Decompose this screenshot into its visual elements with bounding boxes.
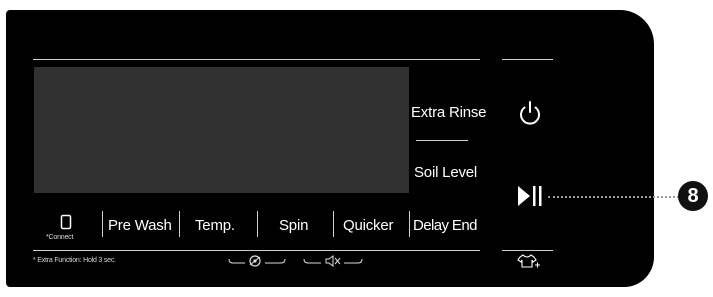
button-divider xyxy=(102,211,103,237)
bottom-divider xyxy=(33,250,480,251)
delay-end-button[interactable]: Delay End xyxy=(413,218,477,233)
shirt-plus-icon[interactable] xyxy=(517,253,541,269)
button-divider xyxy=(257,211,258,237)
connect-label: *Connect xyxy=(46,234,74,241)
spin-button[interactable]: Spin xyxy=(279,218,308,233)
bottom-divider-right xyxy=(502,250,553,251)
button-divider xyxy=(333,211,334,237)
soil-level-button[interactable]: Soil Level xyxy=(414,165,477,180)
option-divider xyxy=(416,140,468,141)
temp-button[interactable]: Temp. xyxy=(195,218,235,233)
power-icon[interactable] xyxy=(516,99,544,127)
mute-icon xyxy=(303,255,363,267)
top-divider-right xyxy=(502,59,553,60)
button-divider xyxy=(409,211,410,237)
quicker-button[interactable]: Quicker xyxy=(343,218,393,233)
drum-lock-icon xyxy=(228,255,286,267)
extra-rinse-button[interactable]: Extra Rinse xyxy=(411,105,487,120)
pre-wash-button[interactable]: Pre Wash xyxy=(108,218,172,233)
callout-leader xyxy=(548,196,679,198)
button-divider xyxy=(179,211,180,237)
display-screen xyxy=(34,67,409,193)
callout-badge: 8 xyxy=(678,181,708,211)
phone-icon[interactable] xyxy=(60,214,72,230)
top-divider xyxy=(33,59,480,60)
extra-function-note: * Extra Function: Hold 3 sec. xyxy=(33,257,116,264)
start-pause-icon[interactable] xyxy=(516,184,546,208)
